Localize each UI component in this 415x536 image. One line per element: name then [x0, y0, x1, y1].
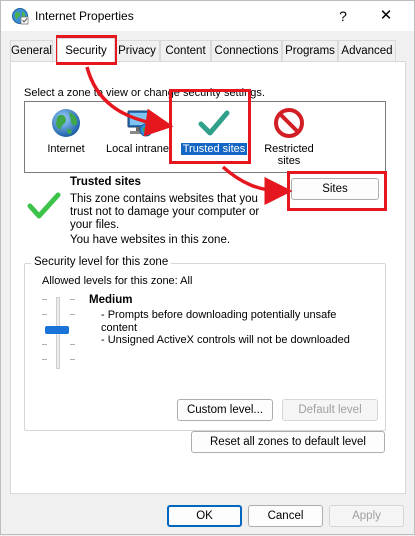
help-button[interactable]: ?	[332, 5, 354, 27]
zone-restricted-sites[interactable]: Restricted sites	[257, 106, 321, 167]
zone-info-title: Trusted sites	[70, 176, 141, 188]
intranet-icon	[127, 110, 153, 137]
tab-privacy[interactable]: Privacy	[114, 40, 160, 61]
trusted-sites-callout	[169, 89, 251, 164]
slider-tick	[70, 314, 75, 315]
default-level-button: Default level	[282, 399, 378, 421]
window-title: Internet Properties	[35, 9, 134, 23]
zone-info-note: You have websites in this zone.	[70, 234, 231, 246]
no-entry-icon	[274, 108, 304, 138]
tab-advanced[interactable]: Advanced	[338, 40, 396, 61]
zone-internet[interactable]: Internet	[35, 106, 97, 155]
custom-level-button[interactable]: Custom level...	[177, 399, 273, 421]
tab-security[interactable]: Security	[57, 38, 115, 62]
tab-programs[interactable]: Programs	[282, 40, 338, 61]
reset-all-zones-button[interactable]: Reset all zones to default level	[191, 431, 385, 453]
security-level-name: Medium	[89, 294, 133, 306]
allowed-levels-text: Allowed levels for this zone: All	[42, 275, 193, 287]
slider-tick	[70, 359, 75, 360]
internet-properties-window: Internet Properties ? ✕ General Security…	[0, 0, 415, 535]
tab-connections[interactable]: Connections	[211, 40, 282, 61]
slider-tick	[70, 299, 75, 300]
security-level-description: - Prompts before downloading potentially…	[101, 309, 371, 347]
apply-button: Apply	[329, 505, 404, 527]
zone-local-intranet[interactable]: Local intranet	[104, 106, 174, 155]
internet-globe-icon	[12, 8, 29, 25]
security-level-slider-thumb[interactable]	[45, 326, 69, 334]
slider-tick	[70, 344, 75, 345]
slider-tick	[42, 299, 47, 300]
security-level-bullet: - Unsigned ActiveX controls will not be …	[101, 334, 350, 346]
trusted-sites-check-icon	[27, 192, 61, 219]
slider-tick	[42, 344, 47, 345]
tab-content[interactable]: Content	[160, 40, 211, 61]
cancel-button[interactable]: Cancel	[248, 505, 323, 527]
zone-restricted-sites-label: Restricted sites	[264, 143, 314, 167]
ok-button[interactable]: OK	[167, 505, 242, 527]
slider-tick	[42, 314, 47, 315]
zone-internet-label: Internet	[47, 143, 85, 155]
title-bar: Internet Properties ? ✕	[1, 1, 414, 31]
sites-button-callout	[287, 171, 387, 211]
security-level-bullet: - Prompts before downloading potentially…	[101, 309, 337, 334]
zone-info-description: This zone contains websites that you tru…	[70, 193, 260, 231]
security-level-group-label: Security level for this zone	[31, 256, 172, 268]
slider-tick	[42, 359, 47, 360]
zone-local-intranet-label: Local intranet	[106, 143, 173, 155]
globe-icon	[52, 109, 80, 137]
tab-general[interactable]: General	[10, 40, 53, 61]
close-button[interactable]: ✕	[375, 5, 397, 27]
